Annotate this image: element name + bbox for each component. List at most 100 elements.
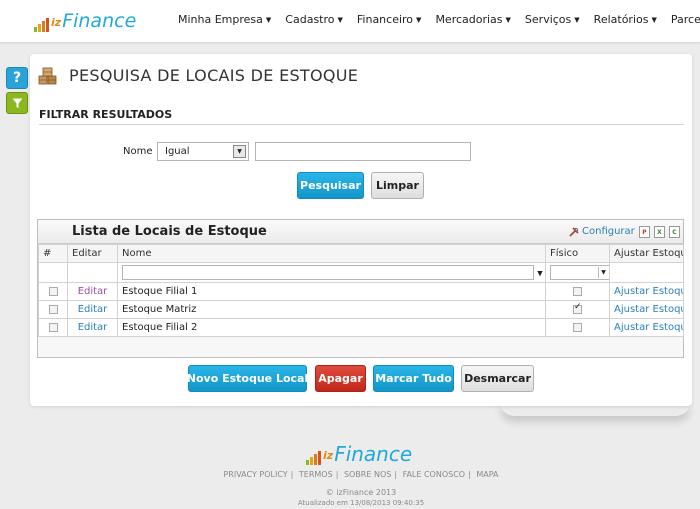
- menu-financeiro[interactable]: Financeiro ▼: [357, 13, 422, 26]
- nome-input[interactable]: [255, 142, 471, 161]
- menu-relatorios[interactable]: Relatórios ▼: [594, 13, 657, 26]
- limpar-button[interactable]: Limpar: [371, 172, 424, 199]
- configurar-label: Configurar: [582, 226, 635, 237]
- edit-cell: Editar: [67, 282, 118, 301]
- apagar-button[interactable]: Apagar: [315, 365, 366, 392]
- nome-cell: Estoque Matriz: [117, 300, 546, 319]
- main-menu: Minha Empresa ▼ Cadastro ▼ Financeiro ▼ Mer…: [178, 13, 700, 26]
- filter-icon: [12, 98, 22, 108]
- nome-cell: Estoque Filial 1: [117, 282, 546, 301]
- filter-section-title: FILTRAR RESULTADOS: [39, 108, 173, 121]
- panel-shadow: [500, 402, 690, 416]
- logo-iz: iz: [51, 16, 62, 29]
- novo-estoque-local-button[interactable]: Novo Estoque Local: [187, 365, 308, 392]
- menu-label: Parceiros: [670, 13, 700, 26]
- edit-cell: Editar: [67, 318, 118, 337]
- logo-finance: Finance: [334, 442, 413, 466]
- menu-label: Serviços: [524, 13, 572, 26]
- col-header-nome[interactable]: Nome: [117, 244, 546, 263]
- row-checkbox[interactable]: [48, 322, 58, 332]
- filter-row: ▼ ▼: [38, 262, 684, 283]
- fisico-cell: [545, 300, 610, 319]
- footer-link-fale[interactable]: FALE CONOSCO: [403, 470, 466, 479]
- brand-logo[interactable]: iz Finance: [34, 8, 136, 32]
- export-pdf-icon[interactable]: P: [639, 226, 650, 238]
- col-header-num[interactable]: #: [38, 244, 68, 263]
- menu-label: Financeiro: [356, 13, 414, 26]
- col-header-ajustar[interactable]: Ajustar Estoque: [609, 244, 684, 263]
- ajustar-cell: Ajustar Estoque: [609, 300, 684, 319]
- menu-minha-empresa[interactable]: Minha Empresa ▼: [178, 13, 271, 26]
- chevron-down-icon: ▼: [651, 16, 657, 24]
- edit-link[interactable]: Editar: [78, 286, 108, 297]
- ajustar-cell: Ajustar Estoque: [609, 282, 684, 301]
- footer-link-termos[interactable]: TERMOS: [299, 470, 333, 479]
- chevron-down-icon: ▼: [505, 16, 511, 24]
- footer-updated: Atualizado em 13/08/2013 09:40:35: [297, 499, 425, 507]
- chevron-down-icon: ▼: [337, 16, 343, 24]
- estoque-grid: Lista de Locais de Estoque Configurar P …: [37, 219, 684, 358]
- filter-cell: [67, 262, 118, 283]
- logo-iz: iz: [323, 449, 334, 462]
- footer-links: PRIVACY POLICY | TERMOS | SOBRE NOS | FALE …: [223, 470, 499, 479]
- export-excel-icon[interactable]: X: [654, 226, 665, 238]
- configurar-link[interactable]: Configurar: [569, 226, 635, 237]
- edit-link[interactable]: Editar: [78, 322, 108, 333]
- edit-link[interactable]: Editar: [78, 304, 108, 315]
- menu-cadastro[interactable]: Cadastro ▼: [285, 13, 343, 26]
- ajustar-estoque-link[interactable]: Ajustar Estoque: [614, 322, 683, 333]
- help-icon: ?: [12, 70, 22, 86]
- desmarcar-button[interactable]: Desmarcar: [461, 365, 534, 392]
- fisico-checkbox: [573, 322, 582, 332]
- ajustar-estoque-link[interactable]: Ajustar Estoque: [614, 286, 683, 297]
- filter-cell: [38, 262, 68, 283]
- export-csv-icon[interactable]: C: [669, 226, 680, 238]
- row-checkbox[interactable]: [48, 304, 58, 314]
- table-row: Editar Estoque Filial 2 Ajustar Estoque: [38, 318, 684, 337]
- pesquisar-button[interactable]: Pesquisar: [297, 172, 364, 199]
- chevron-down-icon: ▼: [574, 16, 580, 24]
- menu-mercadorias[interactable]: Mercadorias ▼: [435, 13, 510, 26]
- menu-label: Mercadorias: [435, 13, 503, 26]
- nome-label: Nome: [123, 146, 153, 157]
- row-checkbox[interactable]: [48, 286, 58, 296]
- menu-servicos[interactable]: Serviços ▼: [525, 13, 580, 26]
- boxes-icon: [38, 67, 57, 85]
- operator-select[interactable]: Igual ▼: [157, 142, 249, 161]
- col-header-editar[interactable]: Editar: [67, 244, 118, 263]
- top-navbar: iz Finance Minha Empresa ▼ Cadastro ▼ Fina…: [0, 0, 700, 43]
- menu-label: Cadastro: [285, 13, 335, 26]
- chevron-down-icon: ▼: [416, 16, 422, 24]
- tools-icon: [569, 226, 579, 237]
- marcar-tudo-button[interactable]: Marcar Tudo: [373, 365, 454, 392]
- row-select-cell: [38, 300, 68, 319]
- filter-toggle-button[interactable]: [6, 92, 28, 114]
- nome-filter-input[interactable]: [122, 265, 534, 280]
- logo-finance: Finance: [62, 10, 137, 32]
- menu-label: Minha Empresa: [178, 13, 263, 26]
- fisico-cell: [545, 318, 610, 337]
- footer-link-privacy[interactable]: PRIVACY POLICY: [223, 470, 287, 479]
- operator-value: Igual: [165, 146, 190, 157]
- menu-label: Relatórios: [593, 13, 649, 26]
- nome-cell: Estoque Filial 2: [117, 318, 546, 337]
- col-header-fisico[interactable]: Físico: [545, 244, 610, 263]
- logo-bars-icon: [306, 451, 321, 465]
- estoque-table: # Editar Nome Físico Ajustar Estoque ▼ ▼…: [38, 244, 684, 337]
- fisico-cell: [545, 282, 610, 301]
- ajustar-estoque-link[interactable]: Ajustar Estoque: [614, 304, 683, 315]
- filter-cell: ▼: [545, 262, 610, 283]
- help-button[interactable]: ?: [6, 67, 28, 89]
- fisico-filter-select[interactable]: ▼: [550, 265, 609, 280]
- footer-link-sobre[interactable]: SOBRE NOS: [344, 470, 391, 479]
- footer-logo[interactable]: iz Finance: [306, 441, 412, 465]
- filter-cell: [609, 262, 684, 283]
- footer-link-mapa[interactable]: MAPA: [476, 470, 498, 479]
- page-title: PESQUISA DE LOCAIS DE ESTOQUE: [69, 66, 359, 85]
- fisico-checkbox-checked: [573, 302, 582, 314]
- table-row: Editar Estoque Matriz Ajustar Estoque: [38, 300, 684, 319]
- filter-arrow-icon[interactable]: ▼: [537, 270, 542, 278]
- grid-header: Lista de Locais de Estoque Configurar P …: [38, 220, 683, 244]
- menu-parceiros[interactable]: Parceiros▼: [671, 13, 700, 26]
- grid-title: Lista de Locais de Estoque: [72, 224, 267, 239]
